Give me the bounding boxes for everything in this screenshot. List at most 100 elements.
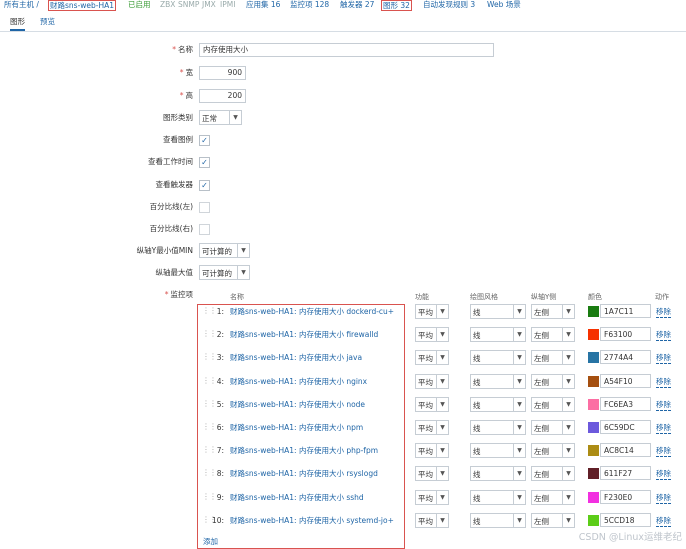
- item-drawstyle-select[interactable]: 线 ▼: [470, 327, 526, 343]
- item-color-swatch[interactable]: [588, 468, 599, 480]
- item-color-input[interactable]: A54F10: [600, 373, 651, 388]
- item-drawstyle-select[interactable]: 线 ▼: [470, 420, 526, 435]
- item-remove-link[interactable]: 移除: [656, 377, 671, 388]
- item-name-link[interactable]: 财路sns-web-HA1: 内存使用大小 rsyslogd: [230, 469, 378, 479]
- item-color-input[interactable]: 2774A4: [600, 350, 651, 365]
- item-function-select[interactable]: 平均 ▼: [415, 304, 449, 319]
- item-remove-link[interactable]: 移除: [656, 446, 671, 458]
- item-function-select[interactable]: 平均 ▼: [415, 327, 449, 343]
- item-yaxis-select[interactable]: 左侧 ▼: [531, 327, 575, 343]
- item-drawstyle-select[interactable]: 线 ▼: [470, 396, 526, 412]
- item-remove-link[interactable]: 移除: [656, 469, 671, 481]
- item-drawstyle-select[interactable]: 线 ▼: [470, 443, 526, 459]
- item-yaxis-select[interactable]: 左侧 ▼: [531, 489, 575, 505]
- item-function-select[interactable]: 平均 ▼: [415, 350, 449, 366]
- item-color-swatch[interactable]: [588, 445, 599, 457]
- item-name-link[interactable]: 财路sns-web-HA1: 内存使用大小 nginx: [230, 377, 367, 387]
- percentile-right-checkbox[interactable]: [199, 224, 210, 235]
- tab-preview[interactable]: 预览: [40, 17, 55, 27]
- item-name-link[interactable]: 财路sns-web-HA1: 内存使用大小 node: [230, 400, 365, 410]
- item-remove-link[interactable]: 移除: [656, 516, 671, 527]
- item-name-link[interactable]: 财路sns-web-HA1: 内存使用大小 npm: [230, 423, 363, 433]
- item-name-link[interactable]: 财路sns-web-HA1: 内存使用大小 php-fpm: [230, 446, 378, 456]
- drag-handle-icon[interactable]: ⋮⋮: [202, 307, 217, 318]
- item-name-link[interactable]: 财路sns-web-HA1: 内存使用大小 systemd-jo+: [230, 516, 394, 526]
- drag-handle-icon[interactable]: ⋮⋮: [202, 399, 217, 411]
- item-color-swatch[interactable]: [588, 329, 599, 341]
- item-function-select[interactable]: 平均 ▼: [415, 373, 449, 389]
- show-worktime-checkbox[interactable]: ✓: [199, 157, 210, 168]
- height-input[interactable]: 200: [199, 89, 246, 103]
- item-color-swatch[interactable]: [588, 306, 599, 317]
- item-drawstyle-select[interactable]: 线 ▼: [470, 489, 526, 505]
- item-yaxis-select[interactable]: 左侧 ▼: [531, 420, 575, 435]
- item-yaxis-select[interactable]: 左侧 ▼: [531, 466, 575, 482]
- drag-handle-icon[interactable]: ⋮⋮: [202, 515, 217, 527]
- item-yaxis-select[interactable]: 左侧 ▼: [531, 304, 575, 319]
- nav-web-scenarios[interactable]: Web 场景: [487, 0, 521, 9]
- item-name-link[interactable]: 财路sns-web-HA1: 内存使用大小 sshd: [230, 493, 364, 503]
- tab-graph[interactable]: 图形: [10, 17, 25, 31]
- item-drawstyle-select[interactable]: 线 ▼: [470, 466, 526, 482]
- item-remove-link[interactable]: 移除: [656, 400, 671, 411]
- item-color-input[interactable]: 6C59DC: [600, 420, 651, 434]
- nav-graphs[interactable]: 图形 32: [381, 0, 412, 11]
- item-color-swatch[interactable]: [588, 375, 599, 387]
- drag-handle-icon[interactable]: ⋮⋮: [202, 469, 217, 480]
- ymax-select[interactable]: 可计算的 ▼: [199, 265, 250, 280]
- item-color-input[interactable]: 1A7C11: [600, 304, 651, 318]
- add-item-link[interactable]: 添加: [203, 537, 218, 547]
- nav-discovery-rules[interactable]: 自动发现规则 3: [423, 0, 475, 9]
- item-name-link[interactable]: 财路sns-web-HA1: 内存使用大小 dockerd-cu+: [230, 307, 394, 317]
- show-legend-checkbox[interactable]: ✓: [199, 135, 210, 146]
- drag-handle-icon[interactable]: ⋮⋮: [202, 423, 217, 434]
- item-drawstyle-select[interactable]: 线 ▼: [470, 512, 526, 528]
- item-color-input[interactable]: F63100: [600, 327, 651, 342]
- nav-all-hosts[interactable]: 所有主机 /: [4, 0, 39, 9]
- item-function-select[interactable]: 平均 ▼: [415, 466, 449, 482]
- item-yaxis-select[interactable]: 左侧 ▼: [531, 396, 575, 412]
- item-color-swatch[interactable]: [588, 352, 599, 364]
- item-color-swatch[interactable]: [588, 491, 599, 503]
- item-remove-link[interactable]: 移除: [656, 493, 671, 504]
- item-color-input[interactable]: FC6EA3: [600, 396, 651, 411]
- nav-items[interactable]: 监控项 128: [290, 0, 329, 9]
- item-name-link[interactable]: 财路sns-web-HA1: 内存使用大小 java: [230, 353, 362, 363]
- graph-type-select[interactable]: 正常 ▼: [199, 110, 242, 125]
- drag-handle-icon[interactable]: ⋮⋮: [202, 376, 217, 388]
- item-color-swatch[interactable]: [588, 398, 599, 410]
- item-drawstyle-select[interactable]: 线 ▼: [470, 373, 526, 389]
- item-remove-link[interactable]: 移除: [656, 307, 671, 318]
- drag-handle-icon[interactable]: ⋮⋮: [202, 330, 217, 341]
- item-remove-link[interactable]: 移除: [656, 423, 671, 434]
- item-yaxis-select[interactable]: 左侧 ▼: [531, 373, 575, 389]
- item-drawstyle-select[interactable]: 线 ▼: [470, 304, 526, 319]
- ymin-select[interactable]: 可计算的 ▼: [199, 243, 250, 258]
- item-remove-link[interactable]: 移除: [656, 353, 671, 365]
- item-function-select[interactable]: 平均 ▼: [415, 512, 449, 528]
- item-color-input[interactable]: F230E0: [600, 489, 651, 504]
- item-function-select[interactable]: 平均 ▼: [415, 420, 449, 435]
- show-triggers-checkbox[interactable]: ✓: [199, 180, 210, 191]
- item-yaxis-select[interactable]: 左侧 ▼: [531, 350, 575, 366]
- item-function-select[interactable]: 平均 ▼: [415, 443, 449, 459]
- drag-handle-icon[interactable]: ⋮⋮: [202, 446, 217, 457]
- item-function-select[interactable]: 平均 ▼: [415, 396, 449, 412]
- nav-status-enabled[interactable]: 已启用: [128, 0, 151, 9]
- item-color-swatch[interactable]: [588, 514, 599, 526]
- item-color-input[interactable]: 5CCD18: [600, 512, 651, 527]
- drag-handle-icon[interactable]: ⋮⋮: [202, 353, 217, 364]
- nav-host[interactable]: 财路sns-web-HA1: [48, 0, 117, 11]
- width-input[interactable]: 900: [199, 66, 246, 80]
- item-color-input[interactable]: 611F27: [600, 466, 651, 481]
- graph-name-input[interactable]: 内存使用大小: [199, 43, 494, 57]
- nav-triggers[interactable]: 触发器 27: [340, 0, 374, 9]
- item-yaxis-select[interactable]: 左侧 ▼: [531, 512, 575, 528]
- item-color-swatch[interactable]: [588, 422, 599, 433]
- item-remove-link[interactable]: 移除: [656, 330, 671, 342]
- item-name-link[interactable]: 财路sns-web-HA1: 内存使用大小 firewalld: [230, 330, 378, 340]
- item-color-input[interactable]: AC8C14: [600, 443, 651, 458]
- nav-applications[interactable]: 应用集 16: [246, 0, 280, 9]
- drag-handle-icon[interactable]: ⋮⋮: [202, 492, 217, 504]
- item-function-select[interactable]: 平均 ▼: [415, 489, 449, 505]
